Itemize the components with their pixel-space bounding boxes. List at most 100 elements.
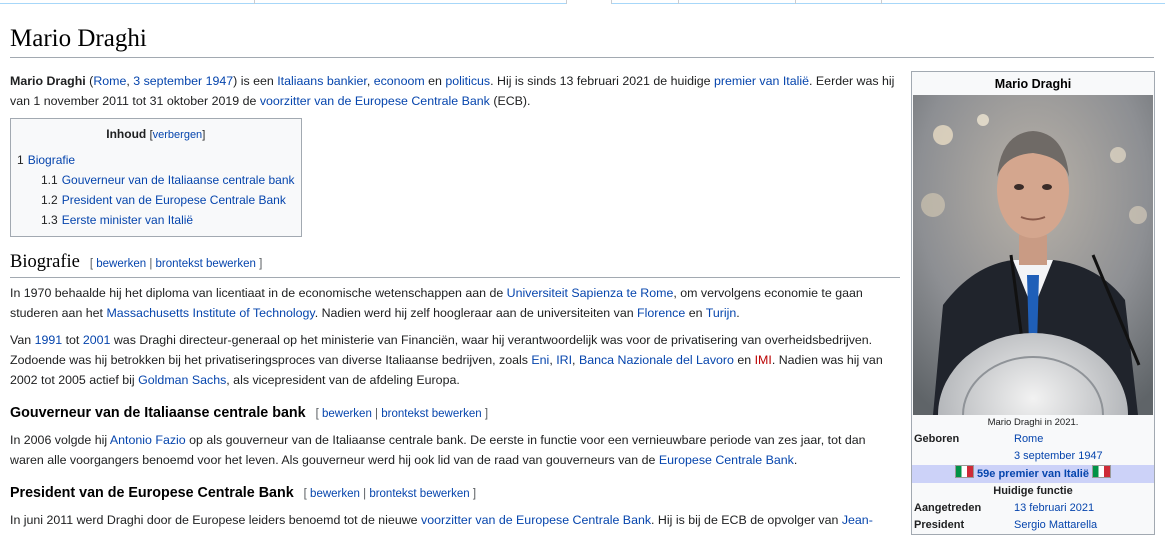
toc-item-eerste-minister[interactable]: 1.3 Eerste minister van Italië [17, 210, 295, 230]
edit-section-links: [ bewerken | brontekst bewerken ] [316, 408, 488, 420]
text: In juni 2011 werd Draghi door de Europes… [10, 513, 421, 527]
bracket: ] [469, 488, 477, 500]
link-birth-date[interactable]: 3 september 1947 [133, 74, 233, 88]
link-politicus[interactable]: politicus [445, 74, 490, 88]
toc-number: 1.3 [41, 213, 58, 227]
link-premier-italie[interactable]: premier van Italië [714, 74, 809, 88]
text: (ECB). [489, 94, 531, 108]
separator: | [371, 408, 382, 420]
link-took-office[interactable]: 13 februari 2021 [1014, 502, 1094, 514]
tab-underline [882, 0, 1165, 4]
toc-toggle-link[interactable]: verbergen [153, 129, 203, 141]
text: , als vicepresident van de afdeling Euro… [226, 373, 460, 387]
infobox-title: Mario Draghi [994, 77, 1072, 91]
toc-number: 1 [17, 153, 24, 167]
took-office-label: Aangetreden [914, 502, 982, 514]
edit-source-link[interactable]: brontekst bewerken [369, 488, 469, 500]
tab-underline [255, 0, 566, 4]
text: . [793, 453, 798, 467]
took-office-value: 13 februari 2021 [1012, 500, 1154, 517]
tab-separator [566, 0, 567, 4]
edit-link[interactable]: bewerken [310, 488, 360, 500]
link-voorzitter-ecb[interactable]: voorzitter van de Europese Centrale Bank [260, 94, 490, 108]
photo-caption: Mario Draghi in 2021. [987, 417, 1079, 428]
president-paragraph: In juni 2011 werd Draghi door de Europes… [10, 510, 900, 530]
link-econoom[interactable]: econoom [374, 74, 425, 88]
link-bnl[interactable]: Banca Nazionale del Lavoro [579, 353, 734, 367]
text: In 1970 behaalde hij het diploma van lic… [10, 286, 507, 300]
separator: | [359, 488, 370, 500]
link-florence[interactable]: Florence [637, 306, 685, 320]
infobox-row-took-office: Aangetreden 13 februari 2021 [912, 500, 1154, 517]
italy-flag-icon [955, 465, 975, 478]
link-iri[interactable]: IRI [556, 353, 572, 367]
infobox-row-current: Huidige functie [912, 483, 1154, 500]
toc-item-gouverneur[interactable]: 1.1 Gouverneur van de Italiaanse centrale… [17, 170, 295, 190]
link-born-date[interactable]: 3 september 1947 [1014, 450, 1103, 462]
gouverneur-paragraph: In 2006 volgde hij Antonio Fazio op als … [10, 430, 900, 470]
link-president[interactable]: Sergio Mattarella [1014, 519, 1097, 531]
text: en [685, 306, 706, 320]
link-imi[interactable]: IMI [755, 353, 772, 367]
toc-link[interactable]: President van de Europese Centrale Bank [62, 193, 286, 207]
link-turijn[interactable]: Turijn [706, 306, 737, 320]
edit-source-link[interactable]: brontekst bewerken [381, 408, 481, 420]
edit-section-links: [ bewerken | brontekst bewerken ] [304, 488, 476, 500]
toc-link[interactable]: Gouverneur van de Italiaanse centrale ba… [62, 173, 295, 187]
link-eni[interactable]: Eni [531, 353, 549, 367]
heading-text: President van de Europese Centrale Bank [10, 485, 294, 501]
text: en [424, 74, 446, 88]
link-born-place[interactable]: Rome [1014, 433, 1043, 445]
edit-link[interactable]: bewerken [322, 408, 372, 420]
text: . Hij is sinds 13 februari 2021 de huidi… [490, 74, 714, 88]
president-value: Sergio Mattarella [1012, 517, 1154, 534]
office-band: 59e premier van Italië [912, 465, 1154, 483]
link-voorzitter-ecb[interactable]: voorzitter van de Europese Centrale Bank [421, 513, 651, 527]
toc-title: Inhoud [106, 127, 147, 141]
born-label: Geboren [914, 433, 960, 445]
born-value: Rome 3 september 1947 [1012, 431, 1154, 465]
toc-number: 1.2 [41, 193, 58, 207]
section-heading-gouverneur: Gouverneur van de Italiaanse centrale ba… [10, 401, 900, 426]
heading-text: Gouverneur van de Italiaanse centrale ba… [10, 405, 306, 421]
toc-link[interactable]: Biografie [28, 153, 75, 167]
link-jean[interactable]: Jean- [842, 513, 873, 527]
toc-item-president[interactable]: 1.2 President van de Europese Centrale Ba… [17, 190, 295, 210]
president-label: President [914, 519, 965, 531]
link-bankier[interactable]: bankier [327, 74, 367, 88]
tab-underline [612, 0, 678, 4]
link-1991[interactable]: 1991 [35, 333, 63, 347]
edit-link[interactable]: bewerken [96, 258, 146, 270]
top-tab-bar [0, 0, 1165, 4]
link-2001[interactable]: 2001 [83, 333, 111, 347]
link-sapienza[interactable]: Universiteit Sapienza te Rome [507, 286, 674, 300]
infobox-row-president: President Sergio Mattarella [912, 517, 1154, 534]
table-of-contents: Inhoud [verbergen] 1 Biografie 1.1 Gouvern… [10, 118, 302, 237]
toc-item-biografie[interactable]: 1 Biografie [17, 150, 295, 170]
text: In 2006 volgde hij [10, 433, 110, 447]
link-mit[interactable]: Massachusetts Institute of Technology [106, 306, 314, 320]
page-title: Mario Draghi [10, 24, 1154, 58]
link-italiaans[interactable]: Italiaans [277, 74, 323, 88]
link-ecb[interactable]: Europese Centrale Bank [659, 453, 794, 467]
section-heading-president: President van de Europese Centrale Bank [… [10, 481, 900, 506]
tab-underline [796, 0, 881, 4]
portrait-photo[interactable] [913, 95, 1153, 415]
toc-list: 1 Biografie 1.1 Gouverneur van de Italiaan… [17, 150, 295, 230]
tab-underline [679, 0, 795, 4]
tab-underline-left [0, 0, 254, 4]
infobox-row-born: Geboren Rome 3 september 1947 [912, 431, 1154, 465]
intro-paragraph: Mario Draghi (Rome, 3 september 1947) is… [10, 71, 900, 111]
infobox: Mario Draghi Mario Draghi in 2021. Gebor… [911, 71, 1155, 535]
toc-link[interactable]: Eerste minister van Italië [62, 213, 193, 227]
text: ) is een [233, 74, 278, 88]
edit-source-link[interactable]: brontekst bewerken [156, 258, 256, 270]
link-office[interactable]: 59e premier van Italië [977, 468, 1089, 480]
text: , [572, 353, 579, 367]
link-rome[interactable]: Rome [93, 74, 126, 88]
link-antonio-fazio[interactable]: Antonio Fazio [110, 433, 186, 447]
text: . [736, 306, 740, 320]
link-goldman-sachs[interactable]: Goldman Sachs [138, 373, 226, 387]
toc-number: 1.1 [41, 173, 58, 187]
subject-name: Mario Draghi [10, 74, 86, 88]
